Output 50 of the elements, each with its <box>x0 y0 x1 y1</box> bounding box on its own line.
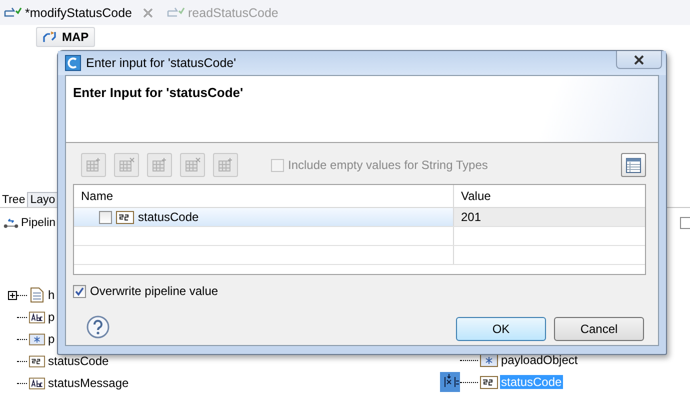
map-button[interactable]: MAP <box>36 27 95 47</box>
checkbox-label: Include empty values for String Types <box>288 158 488 172</box>
value-cell[interactable]: 201 <box>454 208 645 226</box>
name-cell[interactable]: statusCode <box>74 208 454 226</box>
dialog-title: Enter input for 'statusCode' <box>86 56 237 70</box>
table-row[interactable]: statusCode 201 <box>74 208 645 227</box>
close-icon <box>633 54 645 64</box>
app-icon <box>65 55 81 71</box>
maximize-icon[interactable] <box>680 217 690 229</box>
close-icon[interactable] <box>143 8 154 18</box>
string-type-icon <box>29 310 45 324</box>
string-type-icon <box>29 376 45 390</box>
service-icon <box>167 6 186 20</box>
table-grid-icon <box>152 157 168 173</box>
document-icon <box>29 287 45 303</box>
editor-tab[interactable]: *modifyStatusCode <box>4 6 154 20</box>
checkbox[interactable] <box>99 210 112 224</box>
close-button[interactable] <box>616 51 662 69</box>
table-icon <box>626 158 641 172</box>
checkbox[interactable] <box>73 284 86 298</box>
table-view-button[interactable] <box>621 153 646 177</box>
map-icon <box>42 30 58 44</box>
tree-item[interactable]: statusMessage <box>47 376 130 390</box>
tree-item[interactable]: payloadObject <box>500 353 579 367</box>
integer-type-icon <box>480 376 498 388</box>
service-icon <box>4 6 22 20</box>
map-link-icon[interactable] <box>440 372 460 392</box>
column-header[interactable]: Name <box>74 185 454 207</box>
view-tab[interactable]: Layo <box>27 192 58 207</box>
help-icon[interactable] <box>86 315 110 339</box>
table-grid-icon <box>184 157 200 173</box>
tree-item[interactable]: p <box>47 332 56 346</box>
table-grid-icon <box>218 157 234 173</box>
checkbox-label: Overwrite pipeline value <box>90 284 218 298</box>
integer-type-icon <box>29 354 45 368</box>
pipeline-icon <box>3 216 19 230</box>
table-grid-icon <box>86 157 102 173</box>
table-grid-icon <box>118 157 134 173</box>
object-type-icon <box>480 354 498 366</box>
column-header[interactable]: Value <box>454 185 645 207</box>
tree-item[interactable]: p <box>47 310 56 324</box>
tree-item[interactable]: h <box>47 288 56 302</box>
pipeline-tab[interactable]: Pipelin <box>21 217 56 229</box>
expand-icon[interactable] <box>8 290 17 300</box>
tree-item[interactable]: statusCode <box>47 354 110 368</box>
object-type-icon <box>29 332 45 346</box>
integer-type-icon <box>116 210 134 224</box>
dialog-heading: Enter Input for 'statusCode' <box>73 85 244 100</box>
dialog-button[interactable]: Cancel <box>554 316 644 340</box>
dialog-button[interactable]: OK <box>456 316 546 340</box>
